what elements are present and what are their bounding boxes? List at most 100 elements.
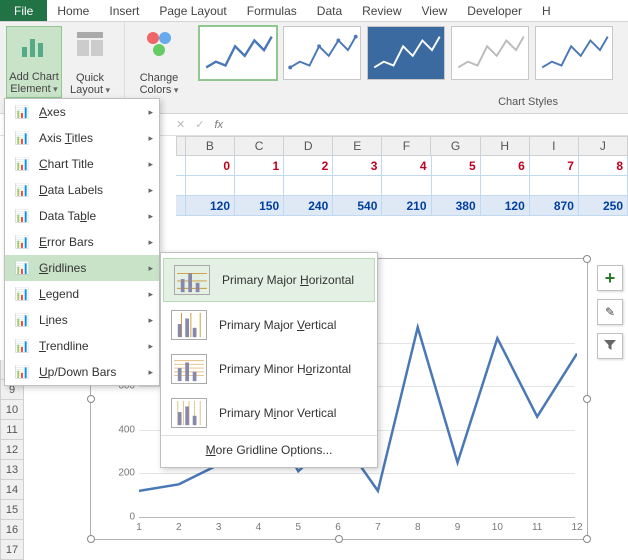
row-13[interactable]: 13 <box>0 460 24 480</box>
col-F[interactable]: F <box>382 136 431 156</box>
cell-D2[interactable]: 2 <box>284 156 333 176</box>
row-15[interactable]: 15 <box>0 500 24 520</box>
data-labels-icon: 📊 <box>13 182 31 198</box>
menu-trendline[interactable]: 📊TrendlineTrendline▸ <box>5 333 159 359</box>
gridlines-more-options[interactable]: More Gridline Options...More Gridline Op… <box>161 435 377 463</box>
cell-B4[interactable]: 120 <box>186 196 235 216</box>
cell-H4[interactable]: 120 <box>481 196 530 216</box>
gridlines-primary-minor-horizontal[interactable]: Primary Minor HorizontalPrimary Minor Ho… <box>161 347 377 391</box>
chart-plus-button[interactable]: + <box>597 265 623 291</box>
lines-icon: 📊 <box>13 312 31 328</box>
row-12[interactable]: 12 <box>0 440 24 460</box>
chart-title-icon: 📊 <box>13 156 31 172</box>
cell-G2[interactable]: 5 <box>432 156 481 176</box>
tab-file[interactable]: File <box>0 0 47 21</box>
menu-error-bars[interactable]: 📊Error BarsError Bars▸ <box>5 229 159 255</box>
row-10[interactable]: 10 <box>0 400 24 420</box>
chart-style-1[interactable] <box>199 26 277 80</box>
ytick: 400 <box>113 424 135 435</box>
fx-label[interactable]: fx <box>214 119 223 131</box>
cell-C2[interactable]: 1 <box>235 156 284 176</box>
menu-chart-title[interactable]: 📊Chart TitleChart Title▸ <box>5 151 159 177</box>
menu-gridlines[interactable]: 📊GridlinesGridlines▸ <box>5 255 159 281</box>
col-G[interactable]: G <box>431 136 480 156</box>
axes-icon: 📊 <box>13 104 31 120</box>
cell-F2[interactable]: 4 <box>382 156 431 176</box>
cell-C4[interactable]: 150 <box>235 196 284 216</box>
col-H[interactable]: H <box>481 136 530 156</box>
tab-data[interactable]: Data <box>307 0 352 21</box>
tab-review[interactable]: Review <box>352 0 411 21</box>
col-J[interactable]: J <box>579 136 628 156</box>
menu-axes[interactable]: 📊AAxesxes▸ <box>5 99 159 125</box>
chart-style-5[interactable] <box>535 26 613 80</box>
gridlines-icon: 📊 <box>13 260 31 276</box>
formula-enter-icon[interactable]: ✓ <box>195 118 204 131</box>
quick-layout-label: Quick Layout <box>70 72 104 96</box>
data-table-icon: 📊 <box>13 208 31 224</box>
filter-icon <box>603 338 617 355</box>
cell-I2[interactable]: 7 <box>530 156 579 176</box>
axis-titles-icon: 📊 <box>13 130 31 146</box>
col-E[interactable]: E <box>333 136 382 156</box>
cell-B2[interactable]: 0 <box>186 156 235 176</box>
trendline-icon: 📊 <box>13 338 31 354</box>
cell-F4[interactable]: 210 <box>382 196 431 216</box>
add-chart-element-menu: 📊AAxesxes▸ 📊Axis TitlesAxis Titles▸ 📊Cha… <box>4 98 160 386</box>
row-16[interactable]: 16 <box>0 520 24 540</box>
cell-I4[interactable]: 870 <box>530 196 579 216</box>
chart-brush-button[interactable]: ✎ <box>597 299 623 325</box>
row-2: 0 1 2 3 4 5 6 7 8 <box>176 156 628 176</box>
col-I[interactable]: I <box>530 136 579 156</box>
gridlines-primary-major-horizontal[interactable]: Primary Major HorizontalPrimary Major Ho… <box>163 258 375 302</box>
gridlines-pnv-icon <box>171 398 207 428</box>
tab-truncated[interactable]: H <box>532 0 561 21</box>
xtick: 7 <box>375 522 381 533</box>
col-C[interactable]: C <box>235 136 284 156</box>
gridlines-primary-minor-vertical[interactable]: Primary Minor VerticalPrimary Minor Vert… <box>161 391 377 435</box>
tab-formulas[interactable]: Formulas <box>237 0 307 21</box>
xtick: 4 <box>256 522 262 533</box>
quick-layout-icon <box>74 28 106 60</box>
tab-view[interactable]: View <box>412 0 458 21</box>
row-headers: 8 9 10 11 12 13 14 15 16 17 <box>0 360 24 560</box>
menu-data-labels[interactable]: 📊Data LabelsData Labels▸ <box>5 177 159 203</box>
menu-lines[interactable]: 📊LinesLines▸ <box>5 307 159 333</box>
formula-cancel-icon[interactable]: ✕ <box>176 118 185 131</box>
change-colors-button[interactable]: Change Colors <box>131 26 187 98</box>
col-D[interactable]: D <box>284 136 333 156</box>
cell-D4[interactable]: 240 <box>284 196 333 216</box>
cell-E4[interactable]: 540 <box>333 196 382 216</box>
xtick: 1 <box>136 522 142 533</box>
tab-home[interactable]: Home <box>47 0 99 21</box>
row-17[interactable]: 17 <box>0 540 24 560</box>
tab-page-layout[interactable]: Page Layout <box>149 0 236 21</box>
gridlines-primary-major-vertical[interactable]: Primary Major VerticalPrimary Major Vert… <box>161 303 377 347</box>
error-bars-icon: 📊 <box>13 234 31 250</box>
menu-axis-titles[interactable]: 📊Axis TitlesAxis Titles▸ <box>5 125 159 151</box>
add-chart-element-button[interactable]: Add Chart Element <box>6 26 62 98</box>
menu-updown-bars[interactable]: 📊Up/Down BarsUp/Down Bars▸ <box>5 359 159 385</box>
chart-style-3[interactable] <box>367 26 445 80</box>
ytick: 0 <box>113 512 135 523</box>
row-11[interactable]: 11 <box>0 420 24 440</box>
menu-data-table[interactable]: 📊Data TableData Table▸ <box>5 203 159 229</box>
row-14[interactable]: 14 <box>0 480 24 500</box>
cell-J4[interactable]: 250 <box>579 196 628 216</box>
quick-layout-button[interactable]: Quick Layout <box>62 26 118 98</box>
tab-insert[interactable]: Insert <box>99 0 149 21</box>
col-B[interactable]: B <box>186 136 235 156</box>
chart-filter-button[interactable]: ▼ <box>597 333 623 359</box>
chart-style-2[interactable] <box>283 26 361 80</box>
cell-E2[interactable]: 3 <box>333 156 382 176</box>
legend-icon: 📊 <box>13 286 31 302</box>
xtick: 5 <box>295 522 301 533</box>
cell-J2[interactable]: 8 <box>579 156 628 176</box>
menu-legend[interactable]: 📊LegendLegend▸ <box>5 281 159 307</box>
cell-G4[interactable]: 380 <box>432 196 481 216</box>
xtick: 2 <box>176 522 182 533</box>
chart-style-4[interactable] <box>451 26 529 80</box>
cell-H2[interactable]: 6 <box>481 156 530 176</box>
row-3 <box>176 176 628 196</box>
tab-developer[interactable]: Developer <box>457 0 532 21</box>
